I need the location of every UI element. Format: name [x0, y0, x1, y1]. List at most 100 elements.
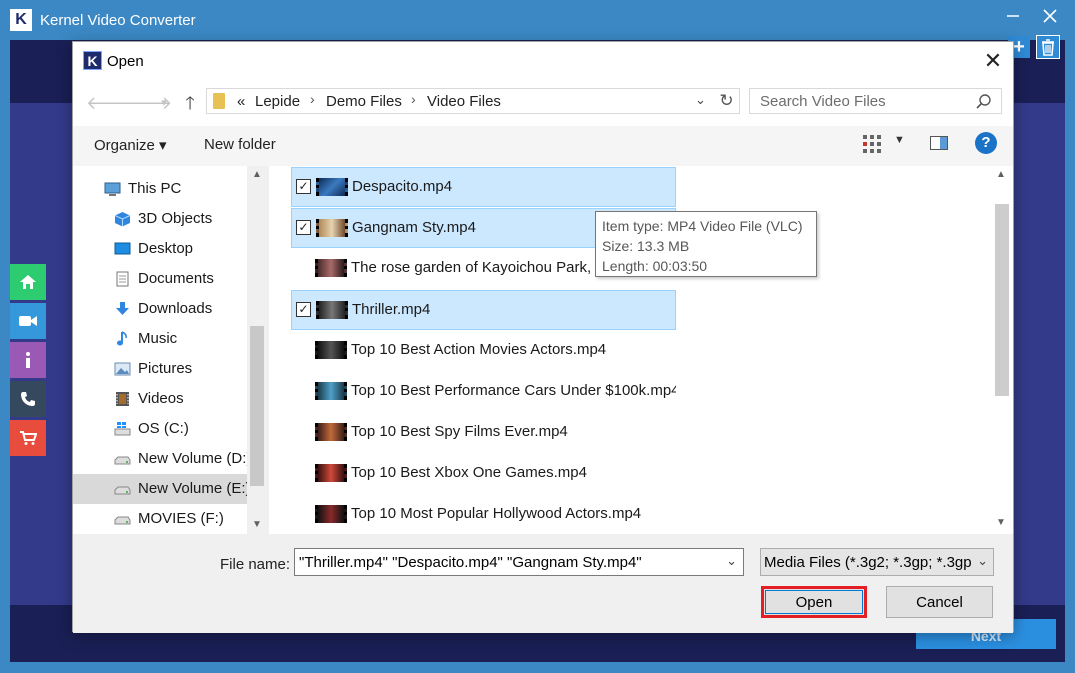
sidebar-home-button[interactable] [10, 264, 46, 300]
cancel-button[interactable]: Cancel [886, 586, 993, 618]
search-box[interactable] [749, 88, 1002, 114]
file-item[interactable]: Top 10 Best Action Movies Actors.mp4 [291, 331, 676, 371]
dialog-titlebar: K Open ✕ [73, 42, 1013, 80]
nav-item-downloads[interactable]: Downloads [73, 294, 247, 324]
file-item[interactable]: ✓ Thriller.mp4 [291, 290, 676, 330]
nav-label: MOVIES (F:) [138, 510, 224, 527]
nav-item-movies-f[interactable]: MOVIES (F:) [73, 504, 247, 534]
close-icon [1043, 9, 1057, 23]
up-button[interactable]: 🡑 [179, 92, 201, 114]
sidebar-cart-button[interactable] [10, 420, 46, 456]
file-list-scrollbar[interactable]: ▲ ▼ [991, 166, 1011, 534]
file-item[interactable]: Top 10 Best Spy Films Ever.mp4 [291, 413, 676, 453]
app-close-button[interactable] [1040, 6, 1060, 28]
music-icon [117, 331, 127, 346]
app-logo: K [10, 9, 32, 31]
documents-icon [116, 271, 129, 287]
desktop-icon [114, 242, 131, 255]
command-toolbar: Organize ▾ New folder ▼ ? [73, 126, 1013, 166]
video-icon [19, 316, 37, 326]
videos-icon [116, 392, 129, 406]
refresh-button[interactable]: ↻ [714, 88, 740, 114]
trash-icon [1042, 39, 1054, 56]
help-icon[interactable]: ? [975, 132, 997, 154]
navigation-pane: This PC 3D Objects Desktop Documents Dow… [73, 166, 267, 534]
forward-button[interactable]: 🡒 [124, 92, 172, 114]
file-item[interactable]: Top 10 Best Xbox One Games.mp4 [291, 454, 676, 494]
nav-item-3d-objects[interactable]: 3D Objects [73, 204, 247, 234]
breadcrumb-lepide[interactable]: Lepide [255, 93, 300, 110]
breadcrumb-video-files[interactable]: Video Files [427, 93, 501, 110]
computer-icon [104, 182, 121, 196]
back-button[interactable]: 🡐 [86, 92, 134, 114]
minimize-button[interactable] [1005, 8, 1025, 28]
file-name-input[interactable] [295, 549, 715, 575]
file-checkbox[interactable]: ✓ [296, 179, 311, 194]
minimize-icon [1007, 15, 1019, 17]
sidebar-phone-button[interactable] [10, 381, 46, 417]
search-icon [976, 94, 991, 109]
tooltip-length: Length: 00:03:50 [602, 258, 708, 274]
info-icon [26, 352, 30, 368]
video-thumbnail [315, 423, 347, 441]
scroll-up-arrow[interactable]: ▲ [991, 166, 1011, 184]
nav-item-new-volume-d[interactable]: New Volume (D:) [73, 444, 251, 474]
file-name-label: File name: [220, 556, 291, 573]
file-name: Gangnam Sty.mp4 [352, 219, 476, 236]
nav-item-os-c[interactable]: OS (C:) [73, 414, 247, 444]
nav-item-desktop[interactable]: Desktop [73, 234, 247, 264]
file-item[interactable]: ✓ Despacito.mp4 [291, 167, 676, 207]
drive-icon [114, 456, 131, 465]
open-button-label: Open [795, 594, 833, 611]
file-item[interactable]: Top 10 Best Performance Cars Under $100k… [291, 372, 676, 412]
file-name: The rose garden of Kayoichou Park, Ja [351, 259, 595, 276]
nav-item-documents[interactable]: Documents [73, 264, 247, 294]
nav-scroll-thumb[interactable] [250, 326, 264, 486]
nav-label: New Volume (E:) [138, 480, 251, 497]
file-checkbox[interactable]: ✓ [296, 220, 311, 235]
breadcrumb-separator[interactable]: › [310, 91, 315, 107]
open-button[interactable]: Open [761, 586, 867, 618]
recent-locations-button[interactable]: ▾ [153, 92, 175, 114]
sidebar-info-button[interactable] [10, 342, 46, 378]
new-folder-button[interactable]: New folder [204, 136, 276, 153]
file-type-select[interactable]: Media Files (*.3g2; *.3gp; *.3gp2 ⌄ [760, 548, 994, 576]
chevron-down-icon[interactable]: ⌄ [726, 553, 737, 569]
drive-c-icon [114, 422, 131, 436]
breadcrumb-separator[interactable]: › [411, 91, 416, 107]
file-name-field[interactable]: ⌄ [294, 548, 744, 576]
file-item[interactable]: The rose garden of Kayoichou Park, Ja [291, 249, 595, 289]
view-options-icon[interactable] [862, 134, 882, 154]
address-dropdown-icon[interactable]: ⌄ [695, 92, 706, 108]
video-thumbnail [315, 259, 347, 277]
preview-pane-icon[interactable] [930, 136, 948, 150]
dialog-close-button[interactable]: ✕ [978, 48, 1008, 74]
home-icon [20, 275, 36, 289]
nav-item-videos[interactable]: Videos [73, 384, 247, 414]
video-thumbnail [315, 464, 347, 482]
search-input[interactable] [750, 89, 970, 113]
address-bar[interactable]: « Lepide › Demo Files › Video Files ⌄ [206, 88, 738, 114]
pictures-icon [114, 362, 131, 376]
view-dropdown-icon[interactable]: ▼ [894, 134, 905, 146]
file-item[interactable]: Top 10 Most Popular Hollywood Actors.mp4 [291, 495, 676, 535]
scroll-down-arrow[interactable]: ▼ [991, 514, 1011, 532]
delete-button[interactable] [1036, 35, 1060, 59]
scroll-down-arrow[interactable]: ▼ [247, 516, 267, 534]
file-checkbox[interactable]: ✓ [296, 302, 311, 317]
file-scroll-thumb[interactable] [995, 204, 1009, 396]
video-thumbnail [315, 382, 347, 400]
scroll-up-arrow[interactable]: ▲ [247, 166, 267, 184]
nav-scrollbar[interactable]: ▲ ▼ [247, 166, 267, 534]
nav-item-pictures[interactable]: Pictures [73, 354, 247, 384]
nav-item-music[interactable]: Music [73, 324, 247, 354]
nav-label: Music [138, 330, 178, 347]
nav-item-new-volume-e[interactable]: New Volume (E:) [73, 474, 251, 504]
breadcrumb-overflow[interactable]: « [237, 93, 245, 110]
nav-item-this-pc[interactable]: This PC [73, 174, 247, 204]
organize-menu[interactable]: Organize ▾ [94, 136, 167, 154]
sidebar-video-button[interactable] [10, 303, 46, 339]
video-thumbnail [316, 301, 348, 319]
video-thumbnail [316, 219, 348, 237]
breadcrumb-demo-files[interactable]: Demo Files [326, 93, 402, 110]
